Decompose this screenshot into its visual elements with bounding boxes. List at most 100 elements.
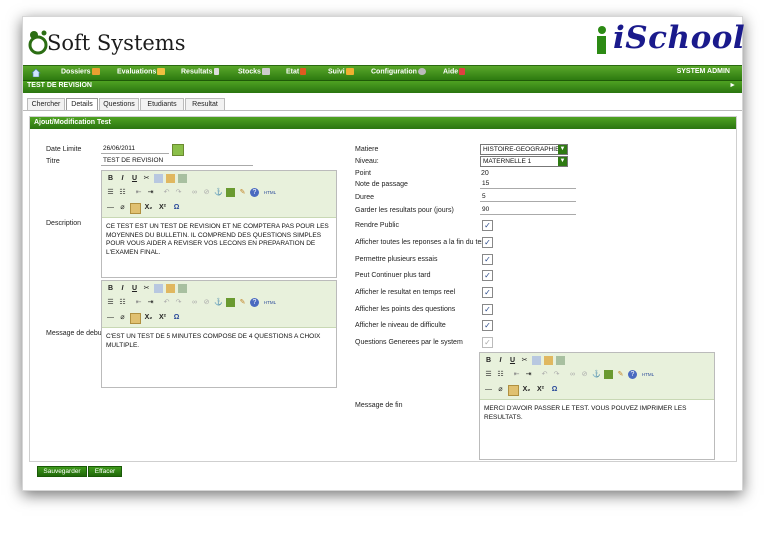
numbered-list-icon[interactable]: ☷: [118, 298, 127, 307]
paste-icon[interactable]: [544, 356, 553, 365]
horizontal-rule-icon[interactable]: —: [106, 203, 115, 212]
remove-format-icon[interactable]: ⌀: [118, 203, 127, 212]
bullet-list-icon[interactable]: ☰: [484, 370, 493, 379]
description-editor[interactable]: B I U ✂ ☰ ☷ ⇤ ⇥ ↶ ↷ ∞ ⊘ ⚓ ✎ ? HTML — ⌀ X…: [101, 170, 337, 278]
special-char-button[interactable]: Ω: [172, 203, 181, 212]
undo-icon[interactable]: ↶: [162, 188, 171, 197]
numbered-list-icon[interactable]: ☷: [496, 370, 505, 379]
link-icon[interactable]: ∞: [190, 188, 199, 197]
superscript-button[interactable]: X²: [158, 313, 167, 322]
link-icon[interactable]: ∞: [568, 370, 577, 379]
outdent-icon[interactable]: ⇤: [134, 298, 143, 307]
horizontal-rule-icon[interactable]: —: [484, 385, 493, 394]
html-button[interactable]: HTML: [263, 298, 277, 307]
remove-format-icon[interactable]: ⌀: [118, 313, 127, 322]
underline-button[interactable]: U: [130, 174, 139, 183]
indent-icon[interactable]: ⇥: [524, 370, 533, 379]
copy-icon[interactable]: [532, 356, 541, 365]
cleanup-icon[interactable]: ✎: [238, 298, 247, 307]
help-editor-icon[interactable]: ?: [250, 298, 259, 307]
image-icon[interactable]: [226, 298, 235, 307]
niveau-select[interactable]: MATERNELLE 1 ▼: [480, 156, 568, 167]
special-char-button[interactable]: Ω: [550, 385, 559, 394]
message-debut-editor[interactable]: B I U ✂ ☰ ☷ ⇤ ⇥ ↶ ↷ ∞ ⊘ ⚓ ✎ ? HTML — ⌀ X…: [101, 280, 337, 388]
underline-button[interactable]: U: [508, 356, 517, 365]
message-fin-text[interactable]: MERCI D'AVOIR PASSER LE TEST. VOUS POUVE…: [484, 405, 710, 422]
nav-suivi[interactable]: Suivi: [328, 68, 354, 75]
calendar-icon[interactable]: [172, 144, 184, 156]
table-icon[interactable]: [130, 313, 141, 324]
save-button[interactable]: Sauvegarder: [37, 466, 87, 477]
bold-button[interactable]: B: [484, 356, 493, 365]
copy-icon[interactable]: [154, 284, 163, 293]
nav-stocks[interactable]: Stocks: [238, 68, 270, 75]
copy-icon[interactable]: [154, 174, 163, 183]
horizontal-rule-icon[interactable]: —: [106, 313, 115, 322]
italic-button[interactable]: I: [118, 174, 127, 183]
cleanup-icon[interactable]: ✎: [616, 370, 625, 379]
note-passage-input[interactable]: 15: [480, 180, 576, 189]
clear-button[interactable]: Effacer: [88, 466, 122, 477]
bold-button[interactable]: B: [106, 174, 115, 183]
remove-format-icon[interactable]: ⌀: [496, 385, 505, 394]
link-icon[interactable]: ∞: [190, 298, 199, 307]
unlink-icon[interactable]: ⊘: [202, 298, 211, 307]
subscript-button[interactable]: X₂: [144, 203, 153, 212]
html-button[interactable]: HTML: [641, 370, 655, 379]
message-debut-text[interactable]: C'EST UN TEST DE 5 MINUTES COMPOSE DE 4 …: [106, 333, 332, 350]
nav-resultats[interactable]: Resultats: [181, 68, 219, 75]
nav-aide[interactable]: Aide: [443, 68, 466, 75]
bold-button[interactable]: B: [106, 284, 115, 293]
paste-icon[interactable]: [166, 284, 175, 293]
nav-configuration[interactable]: Configuration: [371, 68, 426, 75]
tab-questions[interactable]: Questions: [99, 98, 139, 110]
message-fin-editor[interactable]: B I U ✂ ☰ ☷ ⇤ ⇥ ↶ ↷ ∞ ⊘ ⚓ ✎ ? HTML — ⌀ X…: [479, 352, 715, 460]
superscript-button[interactable]: X²: [158, 203, 167, 212]
outdent-icon[interactable]: ⇤: [134, 188, 143, 197]
special-char-button[interactable]: Ω: [172, 313, 181, 322]
cut-icon[interactable]: ✂: [520, 356, 529, 365]
indent-icon[interactable]: ⇥: [146, 298, 155, 307]
anchor-icon[interactable]: ⚓: [592, 370, 601, 379]
indent-icon[interactable]: ⇥: [146, 188, 155, 197]
paste-word-icon[interactable]: [178, 284, 187, 293]
paste-word-icon[interactable]: [556, 356, 565, 365]
user-name[interactable]: SYSTEM ADMIN: [677, 68, 730, 75]
unlink-icon[interactable]: ⊘: [202, 188, 211, 197]
titre-input[interactable]: TEST DE REVISION: [101, 157, 253, 166]
redo-icon[interactable]: ↷: [174, 298, 183, 307]
italic-button[interactable]: I: [118, 284, 127, 293]
anchor-icon[interactable]: ⚓: [214, 298, 223, 307]
rendre-public-checkbox[interactable]: ✓: [482, 220, 493, 231]
points-questions-checkbox[interactable]: ✓: [482, 304, 493, 315]
resultat-temps-reel-checkbox[interactable]: ✓: [482, 287, 493, 298]
subscript-button[interactable]: X₂: [522, 385, 531, 394]
help-editor-icon[interactable]: ?: [250, 188, 259, 197]
image-icon[interactable]: [226, 188, 235, 197]
image-icon[interactable]: [604, 370, 613, 379]
paste-word-icon[interactable]: [178, 174, 187, 183]
bullet-list-icon[interactable]: ☰: [106, 188, 115, 197]
help-editor-icon[interactable]: ?: [628, 370, 637, 379]
chevron-down-icon[interactable]: ▼: [558, 157, 567, 166]
redo-icon[interactable]: ↷: [174, 188, 183, 197]
cut-icon[interactable]: ✂: [142, 284, 151, 293]
tab-resultat[interactable]: Resultat: [185, 98, 225, 110]
cleanup-icon[interactable]: ✎: [238, 188, 247, 197]
garder-input[interactable]: 90: [480, 206, 576, 215]
unlink-icon[interactable]: ⊘: [580, 370, 589, 379]
subscript-button[interactable]: X₂: [144, 313, 153, 322]
italic-button[interactable]: I: [496, 356, 505, 365]
chevron-right-icon[interactable]: ►: [729, 82, 736, 89]
duree-input[interactable]: 5: [480, 193, 576, 202]
nav-evaluations[interactable]: Evaluations: [117, 68, 166, 75]
nav-etat[interactable]: Etat: [286, 68, 307, 75]
niveau-difficulte-checkbox[interactable]: ✓: [482, 320, 493, 331]
underline-button[interactable]: U: [130, 284, 139, 293]
paste-icon[interactable]: [166, 174, 175, 183]
plusieurs-essais-checkbox[interactable]: ✓: [482, 254, 493, 265]
tab-details[interactable]: Details: [66, 98, 98, 110]
nav-dossiers[interactable]: Dossiers: [61, 68, 100, 75]
home-icon[interactable]: [31, 68, 41, 77]
outdent-icon[interactable]: ⇤: [512, 370, 521, 379]
